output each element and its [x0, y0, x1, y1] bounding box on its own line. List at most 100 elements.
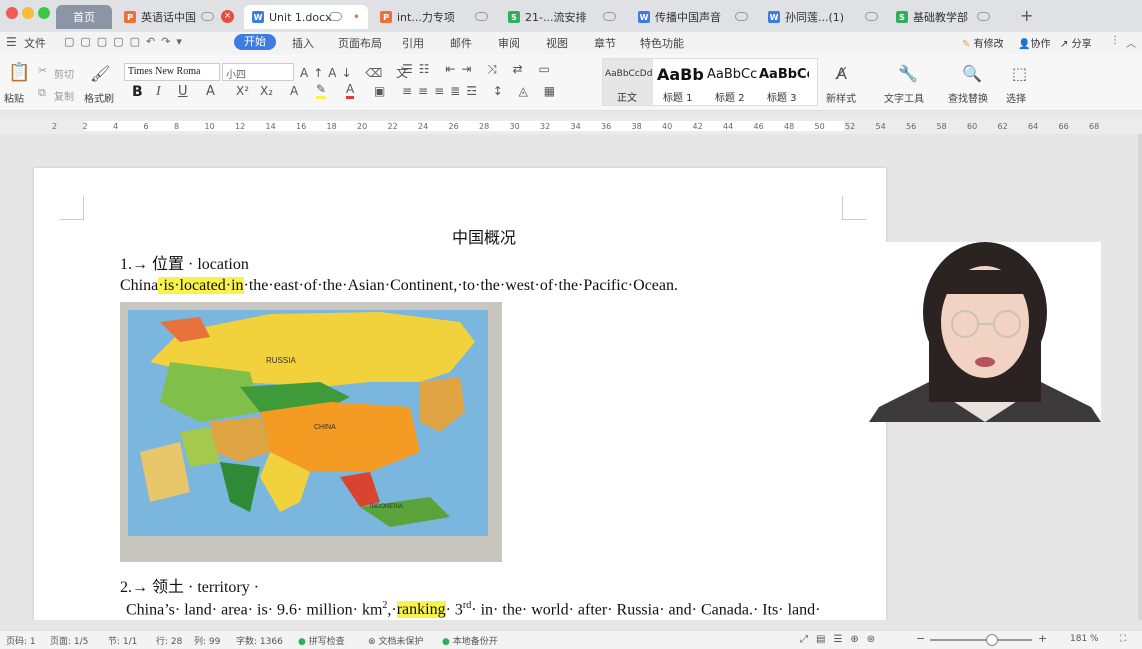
- text-tools-icon[interactable]: 🔧: [898, 64, 918, 83]
- menu-chapter[interactable]: 章节: [594, 35, 616, 51]
- menu-file[interactable]: 文件: [24, 35, 46, 51]
- highlight-icon[interactable]: ✎: [316, 82, 327, 99]
- zoom-level[interactable]: 181 %: [1070, 634, 1099, 644]
- status-pages[interactable]: 页面: 1/5: [50, 634, 88, 647]
- style-heading1[interactable]: AaBb 标题 1: [655, 59, 707, 105]
- style-label: 正文: [617, 93, 637, 104]
- tab-basic-teaching[interactable]: S 基础教学部: [888, 5, 998, 29]
- protect-button[interactable]: ⊗ 文档未保护: [368, 634, 423, 647]
- style-normal[interactable]: AaBbCcDd 正文: [603, 59, 653, 105]
- menu-mail[interactable]: 邮件: [450, 35, 472, 51]
- copy-icon[interactable]: ⧉: [38, 86, 46, 100]
- ruler-tick-label: 50: [814, 122, 825, 131]
- close-tab-icon[interactable]: ×: [221, 10, 234, 23]
- select-icon[interactable]: ⬚: [1012, 64, 1027, 83]
- zoom-slider-handle[interactable]: [986, 634, 998, 646]
- paste-label[interactable]: 粘贴: [4, 90, 24, 105]
- status-row[interactable]: 行: 28: [156, 634, 182, 647]
- edits-button[interactable]: ✎ 有修改: [962, 35, 1004, 50]
- status-page-number[interactable]: 页码: 1: [6, 634, 36, 647]
- more-menu-icon[interactable]: ⋮: [1110, 35, 1120, 46]
- ruler-tick-label: 40: [662, 122, 673, 131]
- tab-int[interactable]: P int...力专项: [372, 5, 496, 29]
- menu-view[interactable]: 视图: [546, 35, 568, 51]
- style-heading2[interactable]: AaBbCc 标题 2: [707, 59, 759, 105]
- fullscreen-icon[interactable]: ⛶: [1120, 634, 1126, 644]
- text-effect-icon[interactable]: A: [290, 84, 298, 98]
- strikethrough-icon[interactable]: A: [206, 84, 215, 99]
- new-style-label[interactable]: 新样式: [826, 90, 856, 105]
- menu-special[interactable]: 特色功能: [640, 35, 684, 51]
- superscript-icon[interactable]: X²: [236, 84, 249, 98]
- vertical-scrollbar[interactable]: [1138, 134, 1142, 620]
- list-icons[interactable]: ☰☷ ⇤⇥ ⤨ ⇄ ▭: [402, 62, 556, 77]
- status-section[interactable]: 节: 1/1: [108, 634, 137, 647]
- subscript-icon[interactable]: X₂: [260, 84, 273, 98]
- tab-china-voice[interactable]: W 传播中国声音: [630, 5, 756, 29]
- tab-21-schedule[interactable]: S 21-...流安排: [500, 5, 624, 29]
- new-style-icon[interactable]: A̸: [836, 64, 847, 83]
- find-replace-label[interactable]: 查找替换: [948, 90, 988, 105]
- menu-home[interactable]: 开始: [234, 34, 276, 50]
- menu-references[interactable]: 引用: [402, 35, 424, 51]
- status-word-count[interactable]: 字数: 1366: [236, 634, 283, 647]
- font-color-icon[interactable]: A: [346, 82, 355, 99]
- close-window-icon[interactable]: [6, 7, 18, 19]
- ruler-tick-label: 68: [1089, 122, 1100, 131]
- format-painter-icon[interactable]: 🖌: [90, 64, 110, 83]
- sheet-icon: S: [508, 11, 520, 23]
- tab-english-china[interactable]: P 英语话中国 ×: [116, 5, 240, 29]
- tab-unit1-docx[interactable]: W Unit 1.docx •: [244, 5, 368, 29]
- collapse-ribbon-icon[interactable]: ︿: [1126, 35, 1136, 50]
- ruler-tick-label: 24: [418, 122, 429, 131]
- collab-button[interactable]: 👤协作: [1018, 35, 1050, 50]
- hamburger-icon[interactable]: ☰: [6, 35, 17, 49]
- cut-label[interactable]: 剪切: [54, 66, 74, 81]
- zoom-slider[interactable]: [930, 639, 1032, 641]
- bold-icon[interactable]: B: [132, 84, 143, 100]
- zoom-out-button[interactable]: −: [916, 632, 925, 645]
- find-replace-icon[interactable]: 🔍: [962, 64, 982, 83]
- italic-icon[interactable]: I: [156, 84, 161, 100]
- tab-sun[interactable]: W 孙同莲...(1): [760, 5, 886, 29]
- underline-icon[interactable]: U: [178, 84, 188, 99]
- char-border-icon[interactable]: ▣: [374, 84, 385, 98]
- add-tab-button[interactable]: +: [1020, 6, 1033, 25]
- share-button[interactable]: ↗ 分享: [1060, 35, 1092, 50]
- tab-home[interactable]: 首页: [56, 5, 112, 29]
- align-icons[interactable]: ≡≡≡≣☲ ↕ ◬ ▦: [402, 84, 561, 98]
- section2-heading: 2.→ 领土 · territory ·: [120, 579, 260, 596]
- menu-insert[interactable]: 插入: [292, 35, 314, 51]
- status-column[interactable]: 列: 99: [194, 634, 220, 647]
- cloud-icon: [735, 12, 748, 21]
- ruler-tick-label: 44: [723, 122, 734, 131]
- paste-icon[interactable]: 📋: [8, 62, 30, 83]
- ruler-tick-label: 66: [1058, 122, 1069, 131]
- protect-label: 文档未保护: [378, 637, 424, 647]
- asia-map-image[interactable]: RUSSIA CHINA INDONESIA: [120, 302, 502, 562]
- menu-review[interactable]: 审阅: [498, 35, 520, 51]
- font-size-select[interactable]: 小四: [222, 63, 294, 81]
- style-preview: AaBbCcDd: [605, 69, 653, 79]
- zoom-in-button[interactable]: +: [1038, 632, 1047, 645]
- copy-label[interactable]: 复制: [54, 88, 74, 103]
- select-label[interactable]: 选择: [1006, 90, 1026, 105]
- view-mode-icons[interactable]: ⤢▤☰⊕⊛: [800, 634, 883, 645]
- asia-map-graphic: [128, 310, 488, 536]
- quick-access-icons[interactable]: ▢▢▢▢▢↶↷▾: [64, 35, 188, 48]
- font-grow-shrink-icons[interactable]: A↑A↓ ⌫ 文: [300, 64, 413, 81]
- format-painter-label[interactable]: 格式刷: [84, 90, 114, 105]
- backup-button[interactable]: ● 本地备份开: [442, 634, 498, 647]
- style-heading3[interactable]: AaBbCc 标题 3: [757, 59, 809, 105]
- document-page[interactable]: 中国概况 1.→ 位置 · location China·is·located·…: [34, 168, 886, 628]
- maximize-window-icon[interactable]: [38, 7, 50, 19]
- spell-check-button[interactable]: ● 拼写检查: [298, 634, 345, 647]
- menu-page-layout[interactable]: 页面布局: [338, 35, 382, 51]
- text-tools-label[interactable]: 文字工具: [884, 90, 924, 105]
- horizontal-scrollbar[interactable]: [0, 620, 1142, 630]
- horizontal-ruler[interactable]: 2 2 4 6 8 10 12 14 16 18 20 22 24 26 28 30 32 34 36 38 40 42 4…: [0, 118, 1142, 134]
- cut-icon[interactable]: ✂: [38, 64, 47, 77]
- status-bar: 页码: 1 页面: 1/5 节: 1/1 行: 28 列: 99 字数: 136…: [0, 630, 1142, 649]
- font-name-select[interactable]: Times New Roma: [124, 63, 220, 81]
- minimize-window-icon[interactable]: [22, 7, 34, 19]
